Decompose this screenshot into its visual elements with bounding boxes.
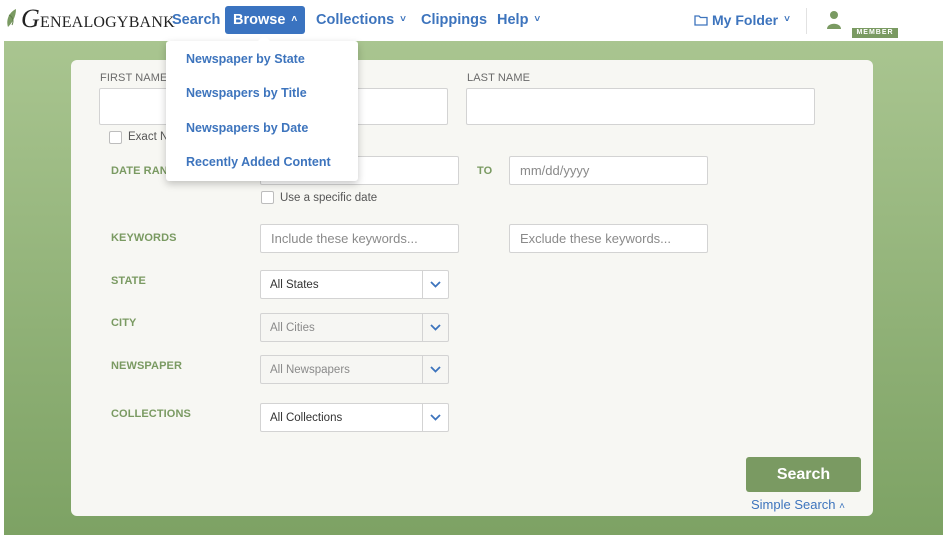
- state-label: STATE: [111, 275, 146, 287]
- exact-name-checkbox[interactable]: [109, 131, 122, 144]
- chevron-up-icon: ˄: [839, 501, 846, 512]
- date-to-input[interactable]: mm/dd/yyyy: [509, 156, 708, 185]
- site-header: GENEALOGYBANK Search Browse ˄ Collections…: [0, 0, 943, 41]
- nav-help[interactable]: Help ˅: [497, 6, 540, 34]
- city-select[interactable]: All Cities: [260, 313, 449, 342]
- logo-text: GENEALOGYBANK: [21, 4, 175, 33]
- chevron-down-icon: ˅: [784, 14, 790, 25]
- newspaper-select-value: All Newspapers: [270, 363, 350, 376]
- folder-icon: [694, 15, 708, 26]
- specific-date-label: Use a specific date: [280, 192, 378, 204]
- chevron-down-icon: [422, 356, 448, 383]
- keywords-label: KEYWORDS: [111, 232, 177, 244]
- nav-collections[interactable]: Collections ˅: [316, 6, 406, 34]
- include-keywords-placeholder: Include these keywords...: [271, 231, 418, 246]
- exact-name-label: Exact N: [128, 131, 169, 143]
- date-to-placeholder: mm/dd/yyyy: [520, 163, 590, 178]
- specific-date-checkbox[interactable]: [261, 191, 274, 204]
- newspaper-label: NEWSPAPER: [111, 360, 182, 372]
- last-name-label: LAST NAME: [467, 72, 531, 84]
- dropdown-caret: [256, 35, 272, 43]
- chevron-down-icon: [422, 271, 448, 298]
- nav-search[interactable]: Search: [172, 6, 220, 34]
- genealogybank-logo[interactable]: GENEALOGYBANK: [4, 4, 175, 34]
- chevron-down-icon: ˅: [534, 14, 541, 26]
- menu-item-newspaper-by-state[interactable]: Newspaper by State: [186, 52, 305, 66]
- include-keywords-input[interactable]: Include these keywords...: [260, 224, 459, 253]
- exclude-keywords-placeholder: Exclude these keywords...: [520, 231, 672, 246]
- first-name-label: FIRST NAME: [100, 72, 168, 84]
- collections-label: COLLECTIONS: [111, 408, 191, 420]
- city-select-value: All Cities: [270, 321, 315, 334]
- to-label: TO: [477, 165, 493, 177]
- member-badge: MEMBER: [852, 28, 898, 38]
- state-select[interactable]: All States: [260, 270, 449, 299]
- menu-item-newspapers-by-title[interactable]: Newspapers by Title: [186, 86, 307, 100]
- city-label: CITY: [111, 317, 137, 329]
- browse-dropdown-menu: Newspaper by State Newspapers by Title N…: [166, 41, 358, 181]
- menu-item-recently-added-content[interactable]: Recently Added Content: [186, 155, 331, 169]
- exclude-keywords-input[interactable]: Exclude these keywords...: [509, 224, 708, 253]
- leaf-icon: [7, 9, 16, 27]
- simple-search-link[interactable]: Simple Search ˄: [751, 497, 845, 512]
- header-divider: [806, 8, 807, 34]
- menu-item-newspapers-by-date[interactable]: Newspapers by Date: [186, 121, 308, 135]
- chevron-down-icon: [422, 404, 448, 431]
- collections-select-value: All Collections: [270, 411, 343, 424]
- search-button[interactable]: Search: [746, 457, 861, 492]
- last-name-input[interactable]: [466, 88, 815, 125]
- chevron-down-icon: [422, 314, 448, 341]
- collections-select[interactable]: All Collections: [260, 403, 449, 432]
- chevron-down-icon: ˅: [400, 14, 406, 26]
- newspaper-select[interactable]: All Newspapers: [260, 355, 449, 384]
- my-folder-link[interactable]: My Folder ˅: [694, 6, 790, 34]
- nav-clippings[interactable]: Clippings: [421, 6, 487, 34]
- state-select-value: All States: [270, 278, 319, 291]
- chevron-up-icon: ˄: [291, 14, 298, 26]
- nav-browse[interactable]: Browse ˄: [225, 6, 306, 34]
- user-icon[interactable]: [826, 10, 842, 30]
